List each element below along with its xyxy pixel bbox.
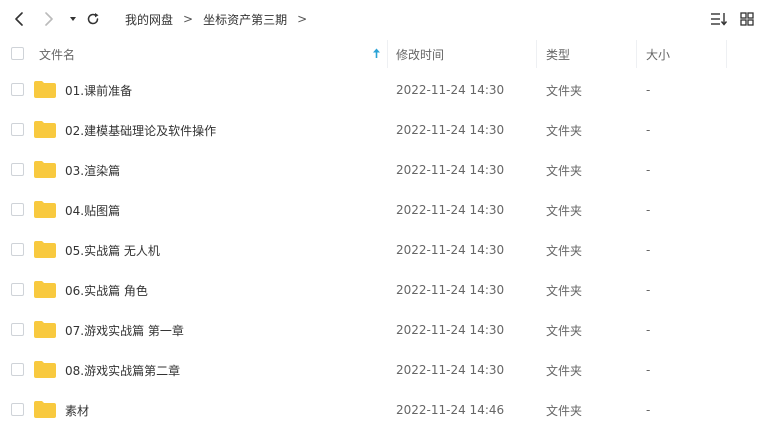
folder-icon: [34, 281, 56, 298]
file-type: 文件夹: [546, 243, 583, 258]
column-header-modified[interactable]: 修改时间: [396, 38, 444, 70]
row-checkbox[interactable]: [11, 163, 24, 176]
forward-button[interactable]: [39, 9, 59, 29]
chevron-left-icon: [15, 12, 23, 26]
file-modified: 2022-11-24 14:30: [396, 243, 505, 257]
file-modified: 2022-11-24 14:30: [396, 163, 505, 177]
refresh-icon: [87, 13, 99, 25]
row-checkbox[interactable]: [11, 363, 24, 376]
sort-list-icon: [711, 13, 728, 26]
file-row[interactable]: 08.游戏实战篇第二章 2022-11-24 14:30 文件夹 -: [0, 350, 767, 390]
column-divider: [536, 40, 537, 68]
folder-icon: [34, 361, 56, 378]
file-row[interactable]: 01.课前准备 2022-11-24 14:30 文件夹 -: [0, 70, 767, 110]
folder-icon: [34, 121, 56, 138]
breadcrumb-item-current[interactable]: 坐标资产第三期: [203, 11, 287, 28]
breadcrumb: 我的网盘 > 坐标资产第三期 >: [125, 10, 317, 28]
folder-icon: [34, 161, 56, 178]
column-header-name[interactable]: 文件名: [39, 38, 75, 70]
file-type: 文件夹: [546, 283, 583, 298]
row-checkbox[interactable]: [11, 283, 24, 296]
file-modified: 2022-11-24 14:46: [396, 403, 505, 417]
file-row[interactable]: 05.实战篇 无人机 2022-11-24 14:30 文件夹 -: [0, 230, 767, 270]
file-row[interactable]: 04.贴图篇 2022-11-24 14:30 文件夹 -: [0, 190, 767, 230]
file-size: -: [646, 243, 651, 257]
row-checkbox[interactable]: [11, 123, 24, 136]
file-name[interactable]: 08.游戏实战篇第二章: [65, 350, 180, 390]
column-header: 文件名 修改时间 类型 大小: [0, 38, 767, 70]
file-modified: 2022-11-24 14:30: [396, 283, 505, 297]
file-modified: 2022-11-24 14:30: [396, 323, 505, 337]
toolbar: 我的网盘 > 坐标资产第三期 >: [0, 0, 767, 38]
file-modified: 2022-11-24 14:30: [396, 363, 505, 377]
file-type: 文件夹: [546, 363, 583, 378]
row-checkbox[interactable]: [11, 323, 24, 336]
file-name[interactable]: 素材: [65, 390, 89, 430]
breadcrumb-trailing-separator[interactable]: >: [297, 12, 307, 26]
row-checkbox[interactable]: [11, 243, 24, 256]
file-name[interactable]: 06.实战篇 角色: [65, 270, 148, 310]
file-size: -: [646, 163, 651, 177]
folder-icon: [34, 201, 56, 218]
grid-view-icon: [740, 12, 754, 26]
file-name[interactable]: 07.游戏实战篇 第一章: [65, 310, 184, 350]
select-all-checkbox[interactable]: [11, 47, 24, 60]
file-type: 文件夹: [546, 403, 583, 418]
column-header-type[interactable]: 类型: [546, 38, 570, 70]
file-size: -: [646, 363, 651, 377]
file-row[interactable]: 07.游戏实战篇 第一章 2022-11-24 14:30 文件夹 -: [0, 310, 767, 350]
folder-icon: [34, 401, 56, 418]
row-checkbox[interactable]: [11, 83, 24, 96]
row-checkbox[interactable]: [11, 403, 24, 416]
back-button[interactable]: [9, 9, 29, 29]
file-modified: 2022-11-24 14:30: [396, 83, 505, 97]
chevron-right-icon: [45, 12, 53, 26]
file-size: -: [646, 83, 651, 97]
file-modified: 2022-11-24 14:30: [396, 123, 505, 137]
file-size: -: [646, 123, 651, 137]
grid-view-button[interactable]: [737, 9, 757, 29]
file-name[interactable]: 02.建模基础理论及软件操作: [65, 110, 216, 150]
sort-button[interactable]: [709, 9, 729, 29]
folder-icon: [34, 81, 56, 98]
file-size: -: [646, 323, 651, 337]
file-row[interactable]: 03.渲染篇 2022-11-24 14:30 文件夹 -: [0, 150, 767, 190]
file-size: -: [646, 403, 651, 417]
file-name[interactable]: 01.课前准备: [65, 70, 132, 110]
file-name[interactable]: 05.实战篇 无人机: [65, 230, 160, 270]
breadcrumb-separator: >: [183, 12, 194, 26]
file-row[interactable]: 06.实战篇 角色 2022-11-24 14:30 文件夹 -: [0, 270, 767, 310]
history-dropdown-button[interactable]: [63, 9, 83, 29]
file-modified: 2022-11-24 14:30: [396, 203, 505, 217]
file-size: -: [646, 203, 651, 217]
file-type: 文件夹: [546, 203, 583, 218]
breadcrumb-item-root[interactable]: 我的网盘: [125, 11, 173, 28]
column-divider: [726, 40, 727, 68]
file-type: 文件夹: [546, 163, 583, 178]
file-name[interactable]: 03.渲染篇: [65, 150, 120, 190]
file-name[interactable]: 04.贴图篇: [65, 190, 120, 230]
file-type: 文件夹: [546, 123, 583, 138]
row-checkbox[interactable]: [11, 203, 24, 216]
arrow-up-icon[interactable]: [372, 48, 381, 59]
file-type: 文件夹: [546, 323, 583, 338]
folder-icon: [34, 321, 56, 338]
file-size: -: [646, 283, 651, 297]
file-type: 文件夹: [546, 83, 583, 98]
column-divider: [636, 40, 637, 68]
file-row[interactable]: 素材 2022-11-24 14:46 文件夹 -: [0, 390, 767, 430]
file-row[interactable]: 02.建模基础理论及软件操作 2022-11-24 14:30 文件夹 -: [0, 110, 767, 150]
caret-down-icon: [70, 17, 76, 21]
column-divider: [387, 40, 388, 68]
column-header-size[interactable]: 大小: [646, 38, 670, 70]
folder-icon: [34, 241, 56, 258]
refresh-button[interactable]: [83, 9, 103, 29]
